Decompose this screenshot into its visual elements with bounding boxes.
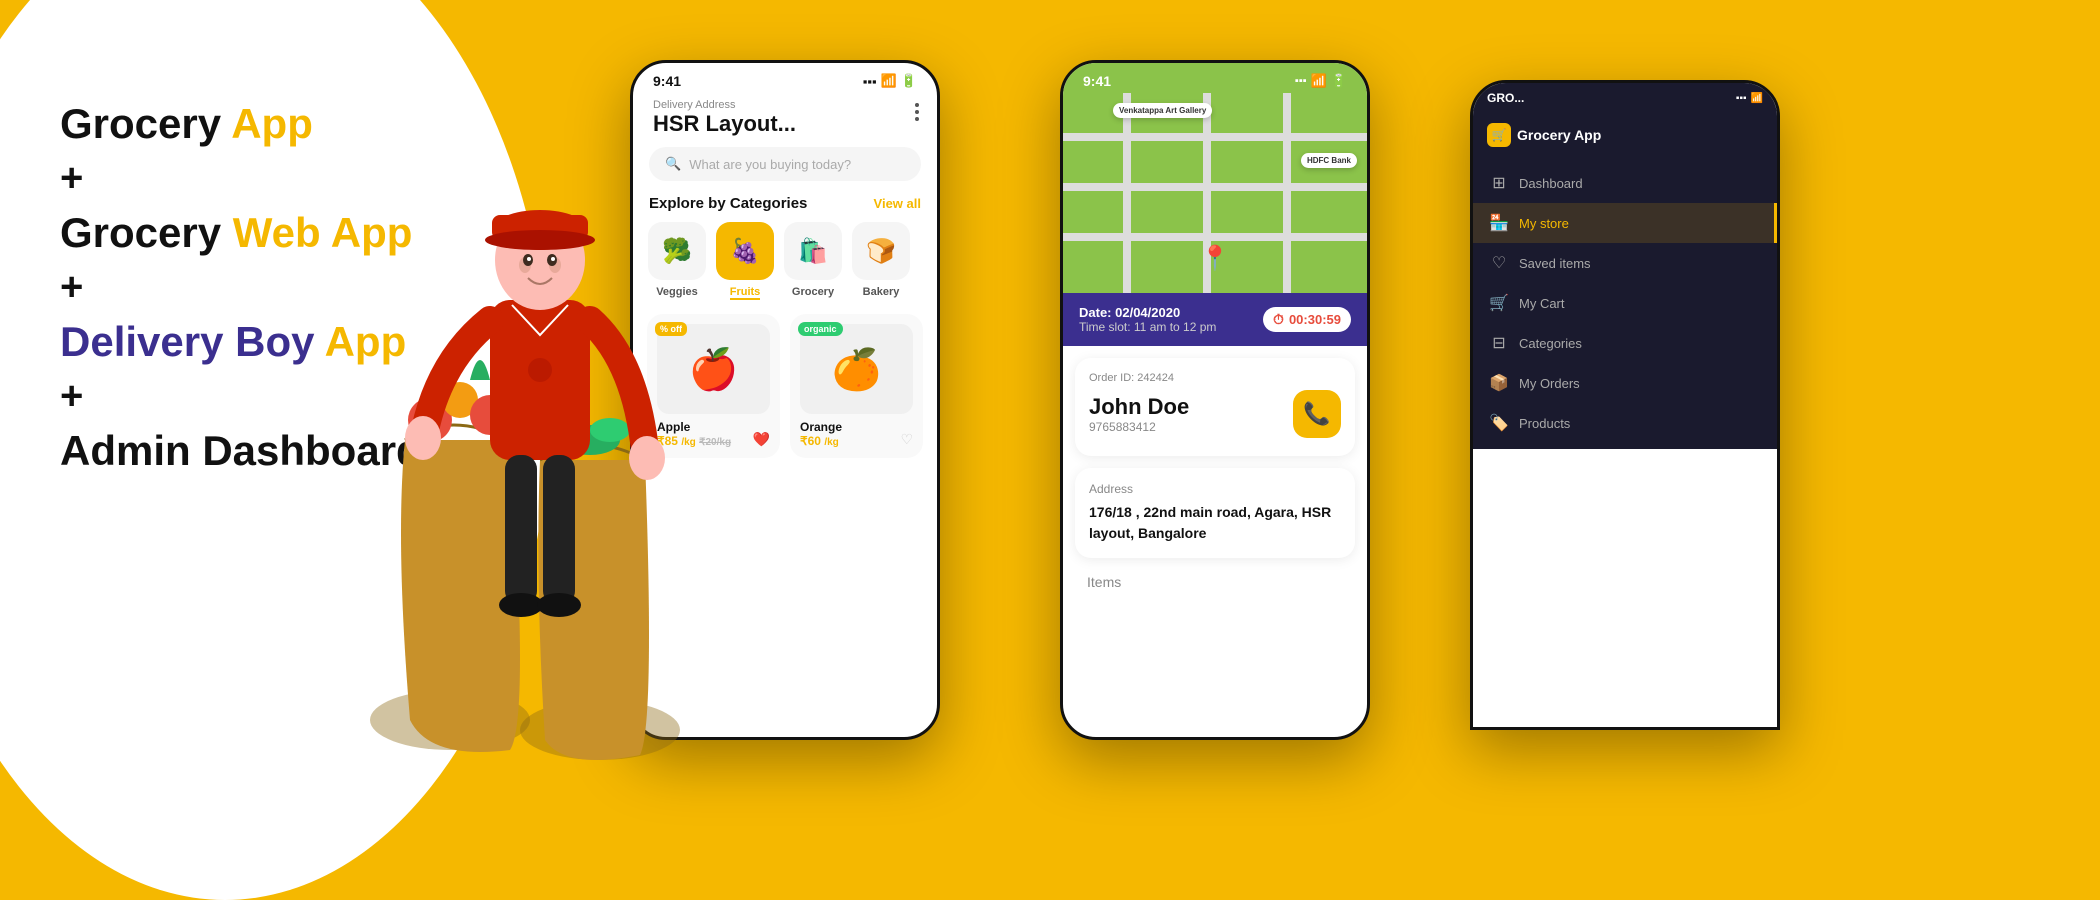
map-grid: Venkatappa Art Gallery HDFC Bank 📍 bbox=[1063, 93, 1367, 293]
nav-cart-label: My Cart bbox=[1519, 296, 1565, 311]
organic-badge: organic bbox=[798, 322, 843, 336]
call-button[interactable]: 📞 bbox=[1293, 390, 1341, 438]
bakery-icon: 🍞 bbox=[852, 222, 910, 280]
category-fruits[interactable]: 🍇 Fruits bbox=[715, 222, 775, 300]
phone-delivery-app: 9:41 ▪▪▪ 📶 🔋 Venkatappa Art Gallery HDFC… bbox=[1060, 60, 1370, 740]
timer-icon: ⏱ bbox=[1273, 311, 1284, 328]
products-icon: 🏷️ bbox=[1489, 413, 1509, 433]
phone3-status-bar: GRO... ▪▪▪ 📶 bbox=[1473, 83, 1777, 113]
nav-item-cart[interactable]: 🛒 My Cart bbox=[1473, 283, 1777, 323]
nav-products-label: Products bbox=[1519, 416, 1570, 431]
order-card: Order ID: 242424 John Doe 9765883412 📞 bbox=[1075, 358, 1355, 456]
order-date: Date: 02/04/2020 bbox=[1079, 305, 1216, 320]
battery-icon: 🔋 bbox=[1331, 73, 1347, 89]
signal-icon: ▪▪▪ bbox=[1736, 93, 1747, 104]
map-road bbox=[1063, 183, 1367, 191]
customer-name: John Doe bbox=[1089, 394, 1189, 420]
product-orange[interactable]: organic 🍊 Orange ₹60 /kg ♡ bbox=[790, 314, 923, 458]
dashboard-icon: ⊞ bbox=[1489, 173, 1509, 193]
address-text: 176/18 , 22nd main road, Agara, HSR layo… bbox=[1089, 502, 1341, 544]
phone3-status-icons: ▪▪▪ 📶 bbox=[1736, 93, 1763, 104]
order-id: Order ID: 242424 bbox=[1089, 372, 1341, 384]
view-all-button[interactable]: View all bbox=[874, 196, 921, 211]
phone2-time: 9:41 bbox=[1083, 73, 1111, 89]
nav-item-saved[interactable]: ♡ Saved items bbox=[1473, 243, 1777, 283]
signal-icon: ▪▪▪ bbox=[863, 74, 877, 89]
map-road bbox=[1283, 93, 1291, 293]
nav-item-dashboard[interactable]: ⊞ Dashboard bbox=[1473, 163, 1777, 203]
grocery-label: Grocery bbox=[792, 286, 834, 298]
map-road bbox=[1063, 233, 1367, 241]
nav-categories-label: Categories bbox=[1519, 336, 1582, 351]
phone-admin-dashboard: GRO... ▪▪▪ 📶 🛒 Grocery App ⊞ Dashboard 🏪… bbox=[1470, 80, 1780, 730]
orders-icon: 📦 bbox=[1489, 373, 1509, 393]
nav-item-categories[interactable]: ⊟ Categories bbox=[1473, 323, 1777, 363]
map-road bbox=[1063, 133, 1367, 141]
map-location-label-gallery: Venkatappa Art Gallery bbox=[1113, 103, 1212, 118]
admin-logo: 🛒 Grocery App bbox=[1487, 123, 1601, 147]
nav-item-mystore[interactable]: 🏪 My store bbox=[1473, 203, 1777, 243]
map-location-label-bank: HDFC Bank bbox=[1301, 153, 1357, 168]
wifi-icon: 📶 bbox=[1311, 73, 1327, 89]
phone2-status-icons: ▪▪▪ 📶 🔋 bbox=[1295, 73, 1347, 89]
countdown-timer: ⏱ 00:30:59 bbox=[1263, 307, 1351, 332]
nav-item-products[interactable]: 🏷️ Products bbox=[1473, 403, 1777, 443]
map-view: Venkatappa Art Gallery HDFC Bank 📍 bbox=[1063, 93, 1367, 293]
phone2-status-bar: 9:41 ▪▪▪ 📶 🔋 bbox=[1063, 63, 1367, 93]
map-pin: 📍 bbox=[1200, 244, 1230, 273]
nav-mystore-label: My store bbox=[1519, 216, 1569, 231]
wifi-icon: 📶 bbox=[881, 73, 897, 89]
options-menu-icon[interactable] bbox=[915, 103, 919, 121]
fruits-icon: 🍇 bbox=[716, 222, 774, 280]
phone1-status-icons: ▪▪▪ 📶 🔋 bbox=[863, 73, 917, 89]
signal-icon: ▪▪▪ bbox=[1295, 75, 1307, 87]
items-section-label: Items bbox=[1063, 570, 1367, 594]
grocery-icon: 🛍️ bbox=[784, 222, 842, 280]
delivery-person-illustration bbox=[350, 40, 700, 800]
categories-icon: ⊟ bbox=[1489, 333, 1509, 353]
fruits-label: Fruits bbox=[730, 286, 761, 300]
orange-image: 🍊 bbox=[800, 324, 913, 414]
order-status-bar: Date: 02/04/2020 Time slot: 11 am to 12 … bbox=[1063, 293, 1367, 346]
order-timeslot: Time slot: 11 am to 12 pm bbox=[1079, 320, 1216, 334]
logo-text: Grocery App bbox=[1517, 127, 1601, 143]
bakery-label: Bakery bbox=[863, 286, 900, 298]
phone3-time: GRO... bbox=[1487, 91, 1524, 105]
heart-filled-icon[interactable]: ❤️ bbox=[753, 431, 770, 448]
orange-name: Orange bbox=[800, 420, 913, 434]
map-road bbox=[1123, 93, 1131, 293]
logo-icon: 🛒 bbox=[1487, 123, 1511, 147]
nav-dashboard-label: Dashboard bbox=[1519, 176, 1583, 191]
category-bakery[interactable]: 🍞 Bakery bbox=[851, 222, 911, 300]
orange-price: ₹60 /kg bbox=[800, 434, 913, 448]
saved-icon: ♡ bbox=[1489, 253, 1509, 273]
heart-empty-icon[interactable]: ♡ bbox=[900, 431, 913, 448]
customer-info: John Doe 9765883412 📞 bbox=[1089, 390, 1341, 438]
customer-phone: 9765883412 bbox=[1089, 420, 1189, 434]
cart-icon: 🛒 bbox=[1489, 293, 1509, 313]
battery-icon: 🔋 bbox=[901, 73, 917, 89]
search-placeholder: What are you buying today? bbox=[689, 157, 851, 172]
nav-orders-label: My Orders bbox=[1519, 376, 1580, 391]
wifi-icon: 📶 bbox=[1751, 93, 1763, 104]
address-card: Address 176/18 , 22nd main road, Agara, … bbox=[1075, 468, 1355, 558]
admin-app-header: 🛒 Grocery App bbox=[1473, 113, 1777, 157]
address-label: Address bbox=[1089, 482, 1341, 496]
apple-old-price: ₹20/kg bbox=[699, 437, 731, 448]
store-icon: 🏪 bbox=[1489, 213, 1509, 233]
admin-navigation: ⊞ Dashboard 🏪 My store ♡ Saved items 🛒 M… bbox=[1473, 157, 1777, 449]
nav-item-orders[interactable]: 📦 My Orders bbox=[1473, 363, 1777, 403]
nav-saved-label: Saved items bbox=[1519, 256, 1591, 271]
category-grocery[interactable]: 🛍️ Grocery bbox=[783, 222, 843, 300]
